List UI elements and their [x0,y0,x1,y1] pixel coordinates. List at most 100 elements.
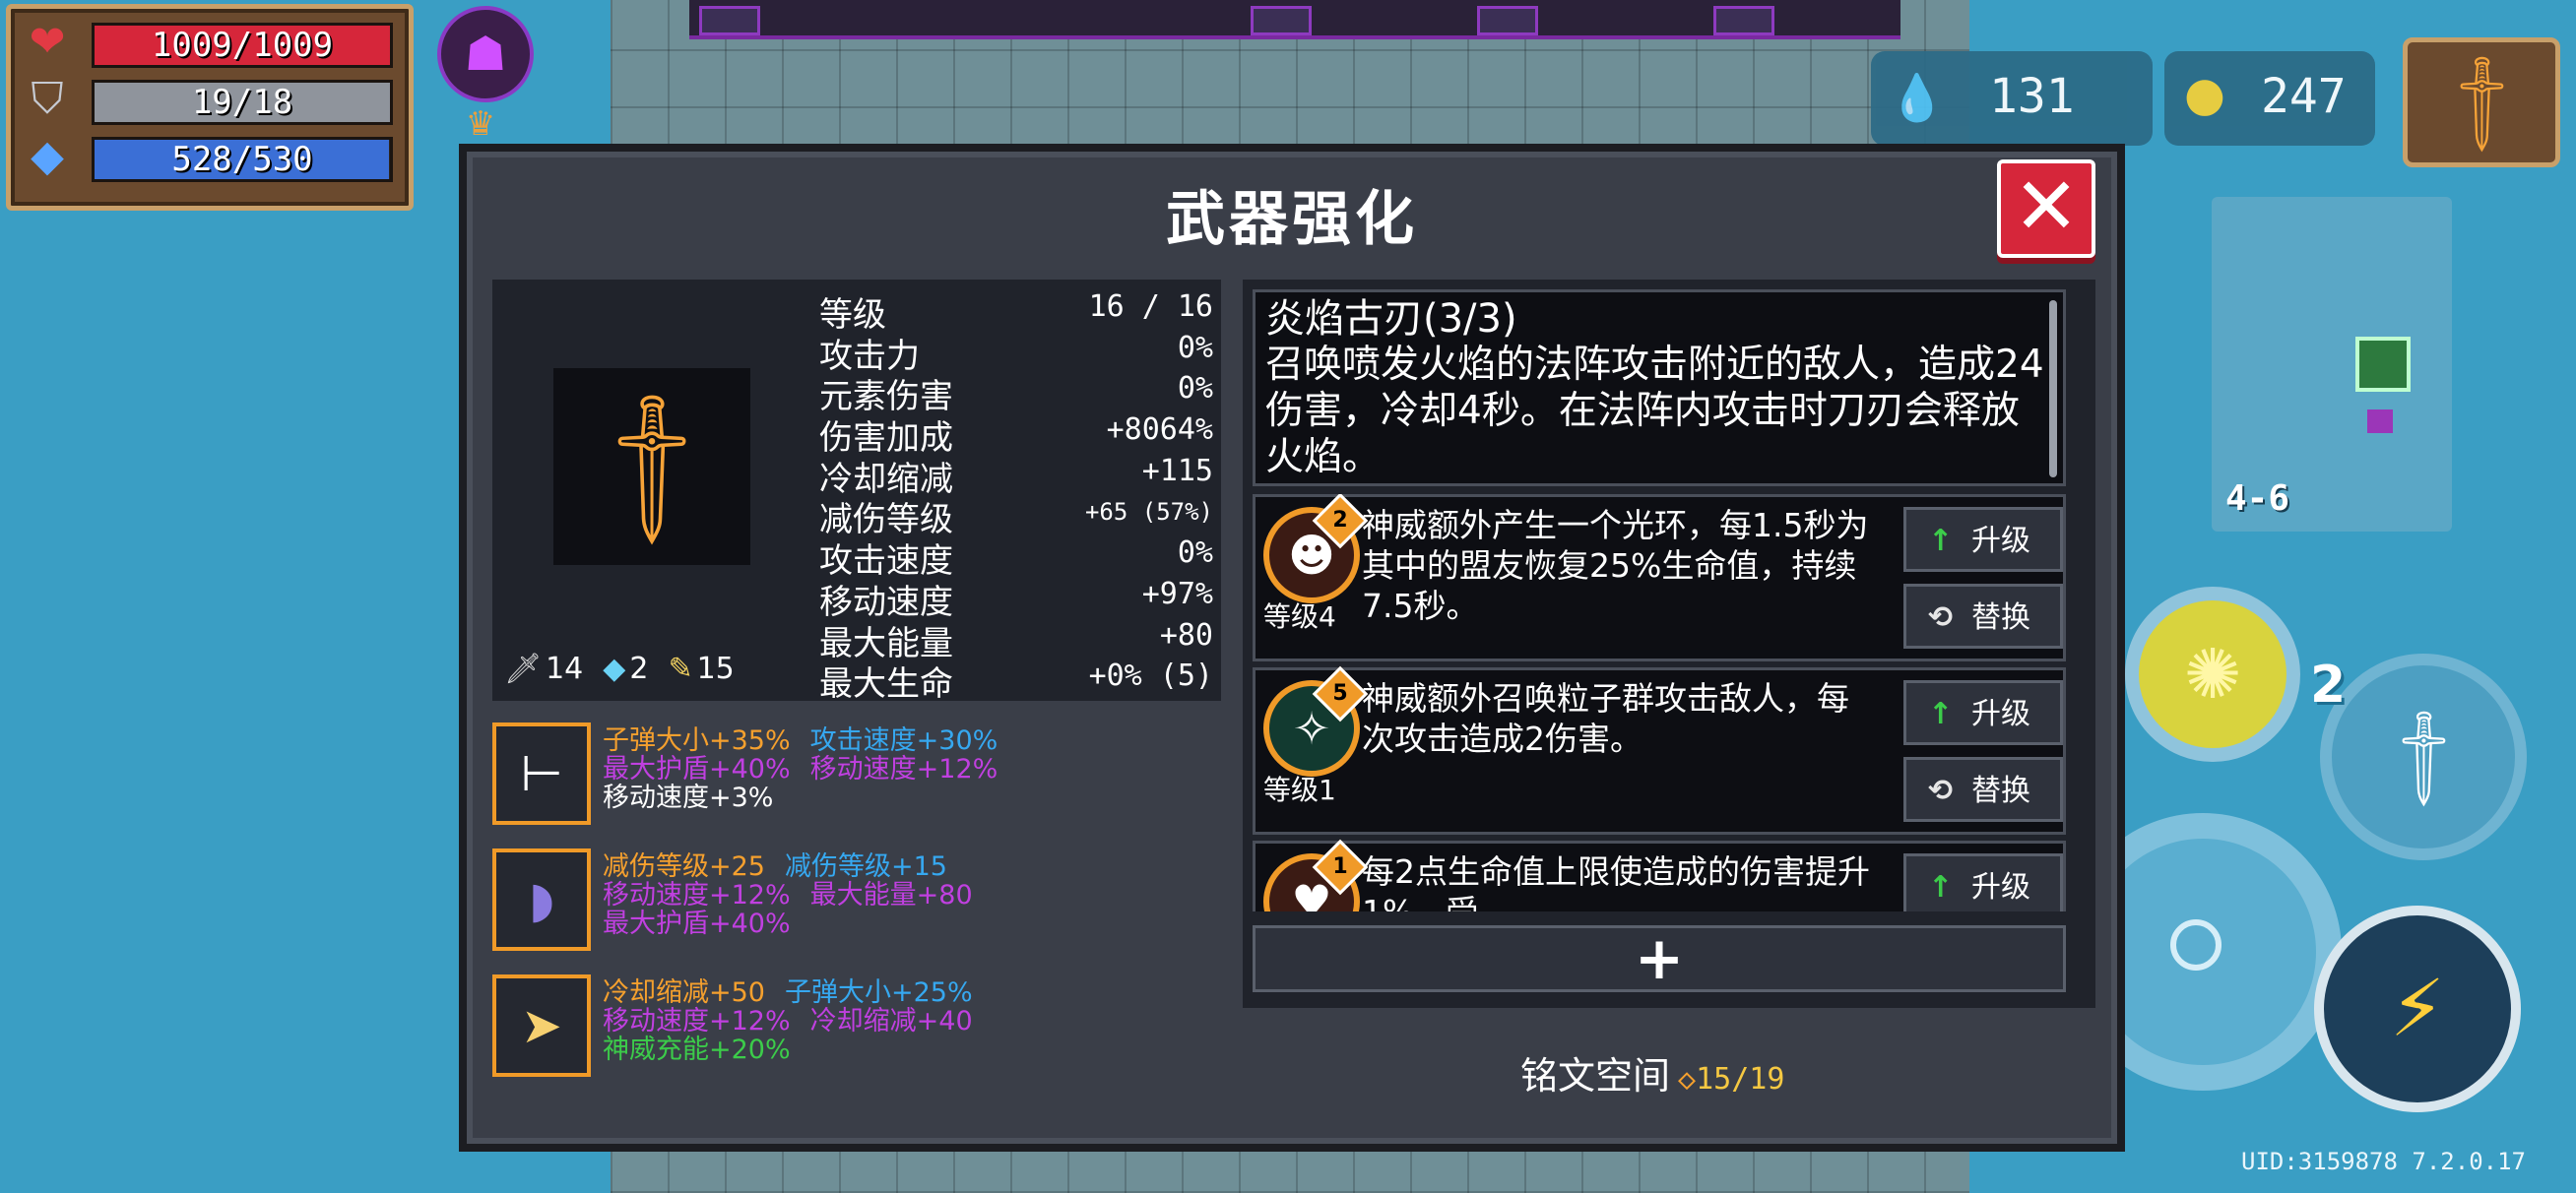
stat-row: 最大能量 +80 [819,614,1213,663]
inscription-space-count: 15/19 [1696,1062,1785,1097]
material-crystal: ◆ 2 [603,652,648,686]
arrow-up-icon: ↑ [1928,697,1954,731]
material-sword-value: 14 [546,652,584,686]
coin-icon: ● [2184,67,2225,122]
stat-row: 减伤等级 +65 (57%) [819,490,1213,539]
effect-text: 最大护盾+40% [603,754,791,785]
weapon-upgrade-dialog: 武器强化 ✕ 🗡 🗡 14 ◆ 2 ✎ 15 等级 16 / 16 攻击力 0% 元素伤害… [459,144,2125,1152]
vortex-icon: ✺ [2183,634,2242,715]
swap-icon: ⟲ [1928,774,1954,808]
dialog-title: 武器强化 [1166,185,1418,254]
inscription-slot[interactable]: ⊢ 子弹大小+35% 攻击速度+30% 最大护盾+40% 移动速度+12% 移动速度… [492,722,1221,825]
skill-card-text: 神威额外召唤粒子群攻击敌人，每次攻击造成2伤害。 [1362,679,1849,758]
minimap-room-shop [2367,409,2393,433]
armor-value: 19/18 [191,83,293,122]
inscription-space-label: 铭文空间 [1520,1054,1671,1098]
replace-button[interactable]: ⟲ 替换 [1903,584,2063,649]
replace-label: 替换 [1971,774,2030,808]
material-feather-value: 15 [696,652,735,686]
skill-upgrade-list[interactable]: ☻ 2 等级4 神威额外产生一个光环，每1.5秒为其中的盟友恢复25%生命值，持… [1253,494,2066,911]
stat-value: +8064% [1106,412,1213,448]
inscription-slot[interactable]: ➤ 冷却缩减+50 子弹大小+25% 移动速度+12% 冷却缩减+40 神威充能+2… [492,974,1221,1077]
skill-card-text: 神威额外产生一个光环，每1.5秒为其中的盟友恢复25%生命值，持续7.5秒。 [1362,506,1869,625]
stat-row: 冷却缩减 +115 [819,450,1213,499]
inscription-space-value: ◇15/19 [1678,1062,1784,1097]
special-ability-button[interactable]: ⚡ [2314,906,2521,1112]
arrow-up-icon: ↑ [1928,524,1954,558]
dungeon-wall [689,0,1900,39]
skill-panel: 炎焰古刃(3/3) 召唤喷发火焰的法阵攻击附近的敌人，造成24伤害，冷却4秒。在… [1243,280,2095,1008]
energy-value: 528/530 [171,140,313,179]
feather-material-icon: ✎ [668,652,693,686]
diamond-icon: ◇ [1678,1062,1697,1097]
flame-sword-icon: 🗡 [558,373,745,560]
scrollbar[interactable] [2049,300,2057,477]
stat-value: +115 [1141,453,1213,488]
upgrade-button[interactable]: ↑ 升级 [1903,680,2063,745]
stat-row: 伤害加成 +8064% [819,408,1213,458]
close-button[interactable]: ✕ [1997,159,2095,258]
weapon-stats-box: 🗡 🗡 14 ◆ 2 ✎ 15 等级 16 / 16 攻击力 0% 元素伤害 0% 伤害加成… [492,280,1221,704]
stat-row: 攻击速度 0% [819,532,1213,581]
hp-value: 1009/1009 [151,26,334,65]
add-inscription-button[interactable]: + [1253,925,2066,992]
effect-text: 移动速度+12% [603,880,791,910]
skill-button[interactable]: ✺ [2125,587,2300,762]
upgrade-button[interactable]: ↑ 升级 [1903,853,2063,911]
upgrade-button[interactable]: ↑ 升级 [1903,507,2063,572]
replace-label: 替换 [1971,600,2030,635]
energy-row: ◆ 528/530 [21,131,395,182]
gem-icon: 💧 [1889,71,1946,124]
sword-material-icon: 🗡 [504,652,543,686]
skill-badge-value: 5 [1332,681,1348,706]
material-feather: ✎ 15 [668,652,734,686]
skill-description: 召唤喷发火焰的法阵攻击附近的敌人，造成24伤害，冷却4秒。在法阵内攻击时刀刃会释… [1265,343,2044,479]
bow-inscription-icon: ◗ [492,848,591,951]
shield-icon: ⛉ [31,74,64,124]
buff-crown-icon[interactable]: ♛ [449,104,512,144]
coins-value: 247 [2261,69,2347,124]
gems-counter: 💧 131 [1871,51,2153,146]
replace-button[interactable]: ⟲ 替换 [1903,757,2063,822]
skill-card: ☻ 2 等级4 神威额外产生一个光环，每1.5秒为其中的盟友恢复25%生命值，持… [1253,494,2066,661]
equipped-weapon-button[interactable]: 🗡 [2403,37,2560,167]
stat-value: +97% [1141,576,1213,611]
effect-text: 神威充能+20% [603,1035,791,1065]
crossbow-inscription-icon: ⊢ [492,722,591,825]
effect-text: 移动速度+3% [603,783,774,813]
hp-row: ❤ 1009/1009 [21,17,395,68]
upgrade-label: 升级 [1971,697,2030,731]
buff-helmet-icon[interactable]: ☗ [437,6,534,102]
weapon-preview: 🗡 [553,368,750,565]
armor-bar: 19/18 [92,80,393,125]
material-crystal-value: 2 [629,652,649,686]
stat-row: 等级 16 / 16 [819,285,1213,335]
energy-diamond-icon: ◆ [31,131,64,181]
swap-sword-icon: 🗡 [2363,697,2483,817]
minimap[interactable]: 4-6 [2212,197,2452,532]
skill-level: 等级1 [1263,774,1336,806]
skill-name: 炎焰古刃(3/3) [1265,296,1517,342]
material-sword: 🗡 14 [504,652,583,686]
skill-badge-value: 2 [1332,508,1348,533]
material-counts: 🗡 14 ◆ 2 ✎ 15 [504,652,735,686]
energy-bar: 528/530 [92,137,393,182]
inscription-slot[interactable]: ◗ 减伤等级+25 减伤等级+15 移动速度+12% 最大能量+80 最大护盾+40… [492,848,1221,951]
stat-value: 16 / 16 [1088,289,1213,324]
uid-label: UID:3159878 7.2.0.17 [2241,1148,2526,1175]
effect-text: 移动速度+12% [809,754,998,785]
weapon-swap-button[interactable]: 🗡 [2320,654,2527,860]
skill-description-box: 炎焰古刃(3/3) 召唤喷发火焰的法阵攻击附近的敌人，造成24伤害，冷却4秒。在… [1253,289,2066,486]
sword-icon: 🗡 [2421,42,2542,162]
effect-text: 移动速度+12% [603,1006,791,1036]
stat-label: 最大生命 [819,664,953,705]
skill-card: ✧ 5 等级1 神威额外召唤粒子群攻击敌人，每次攻击造成2伤害。 ↑ 升级 ⟲ 替换 [1253,665,2066,835]
heart-icon: ❤ [29,17,66,67]
stat-row: 元素伤害 0% [819,367,1213,416]
level-indicator: 4-6 [2225,478,2290,519]
gems-value: 131 [1989,69,2075,124]
coins-counter: ● 247 [2164,51,2375,146]
effect-text: 最大能量+80 [809,880,973,910]
skill-badge-value: 1 [1332,854,1348,879]
effect-text: 子弹大小+25% [784,977,973,1008]
